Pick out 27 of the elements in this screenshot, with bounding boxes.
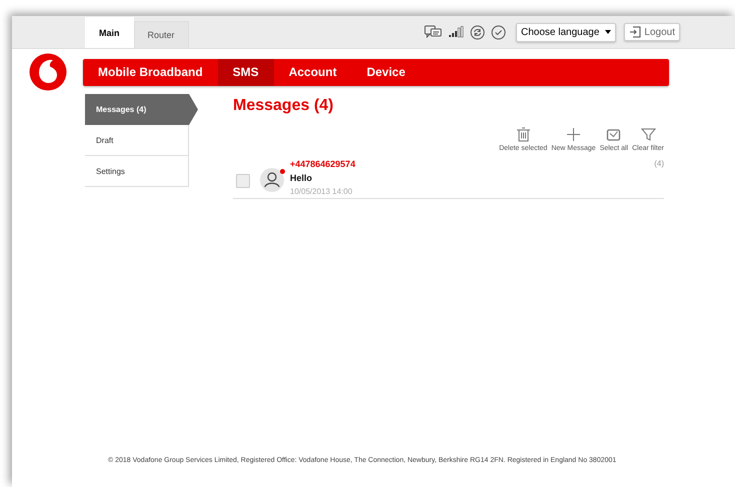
tab[interactable]: Router bbox=[134, 21, 189, 48]
check-icon[interactable] bbox=[491, 24, 506, 40]
message-count: (4) bbox=[654, 159, 664, 168]
checkbox[interactable] bbox=[236, 174, 250, 188]
nav-tab[interactable]: Device bbox=[352, 58, 420, 86]
sync-icon[interactable] bbox=[470, 24, 485, 40]
sidebar-item[interactable]: Messages (4) bbox=[85, 94, 198, 125]
nav-tab[interactable]: Account bbox=[274, 58, 352, 86]
envelope-check-icon bbox=[606, 127, 622, 142]
caret-icon bbox=[605, 30, 612, 34]
page-title: Messages (4) bbox=[233, 97, 334, 115]
messages-icon[interactable] bbox=[424, 25, 442, 39]
vodafone-logo-icon bbox=[28, 53, 66, 91]
avatar-icon bbox=[260, 168, 284, 192]
message-time: 10/05/2013 14:00 bbox=[290, 187, 354, 196]
signal-icon[interactable] bbox=[448, 26, 464, 38]
tab[interactable]: Main bbox=[85, 17, 134, 48]
nav-tab[interactable]: SMS bbox=[218, 58, 274, 86]
language-select[interactable]: Choose language bbox=[516, 22, 616, 42]
trash-icon bbox=[516, 127, 531, 142]
logout-button[interactable]: Logout bbox=[624, 23, 680, 41]
logout-icon bbox=[629, 26, 642, 38]
message-text: Hello bbox=[290, 173, 314, 183]
nav-tab[interactable]: Mobile Broadband bbox=[83, 58, 218, 86]
sender-number[interactable]: +447864629574 bbox=[290, 159, 654, 169]
filter-icon bbox=[640, 127, 656, 142]
plus-icon bbox=[566, 127, 581, 142]
